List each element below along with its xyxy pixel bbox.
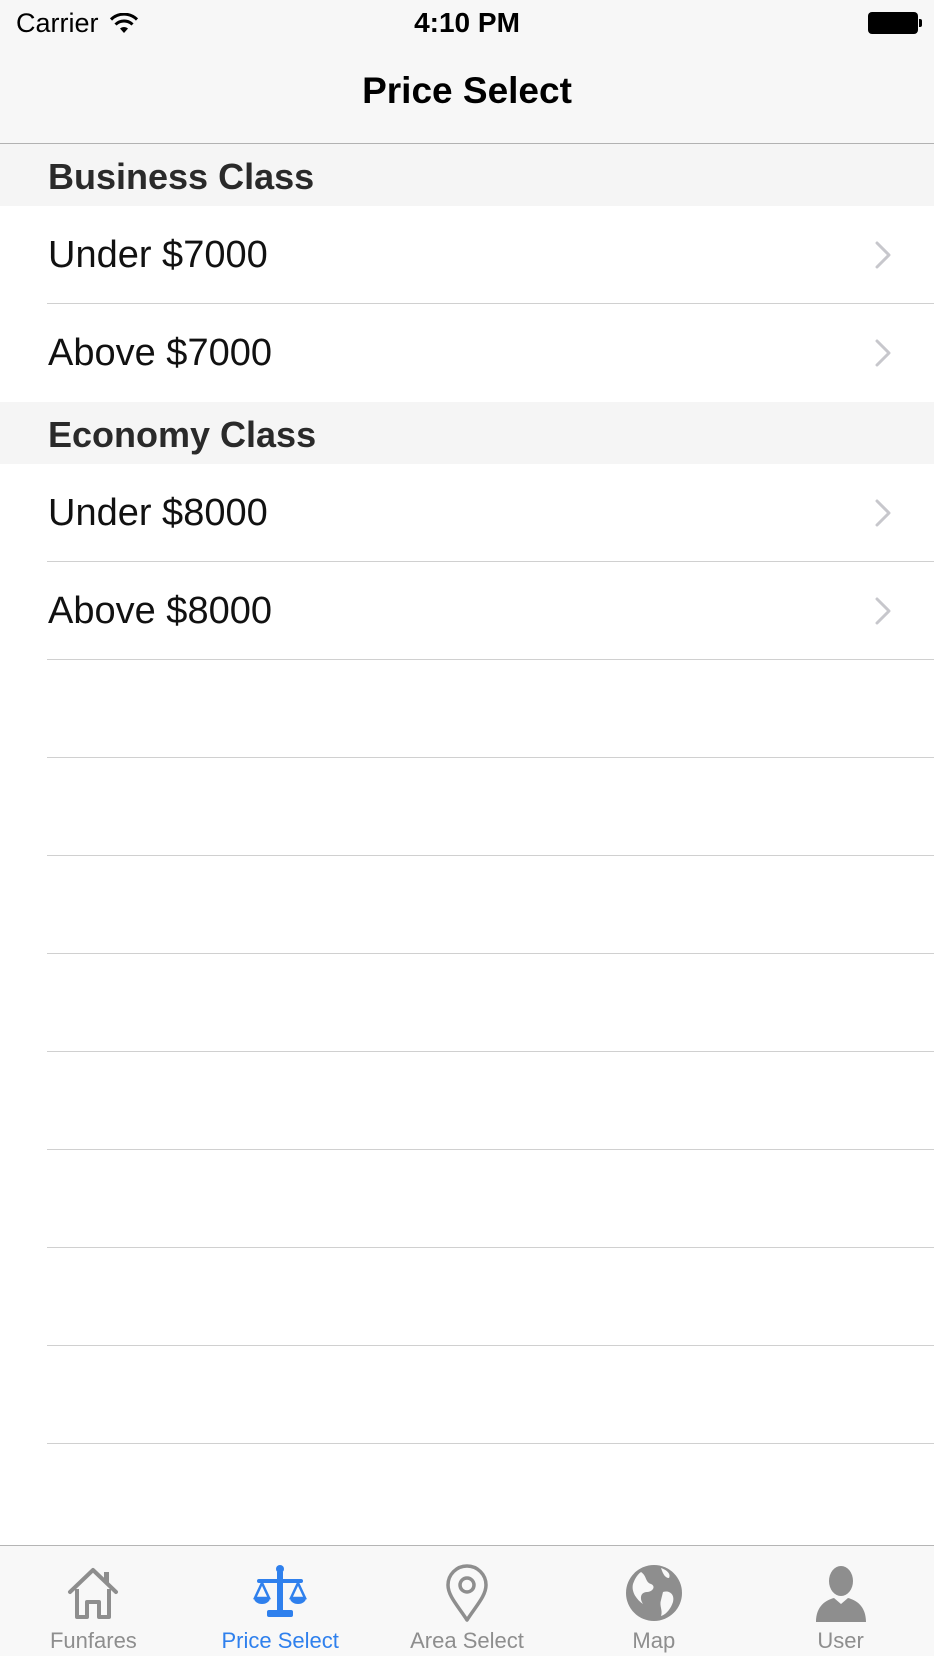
price-table: Business Class Under $7000 Above $7000 E… (0, 144, 934, 1444)
tab-area-select[interactable]: Area Select (374, 1546, 561, 1656)
tab-label: User (817, 1628, 864, 1653)
table-row[interactable]: Above $7000 (0, 304, 934, 402)
section-header-label: Economy Class (48, 414, 317, 455)
chevron-right-icon (875, 339, 891, 367)
battery-icon (868, 12, 922, 34)
tab-price-select[interactable]: Price Select (187, 1546, 374, 1656)
chevron-right-icon (875, 597, 891, 625)
row-label: Under $8000 (48, 492, 268, 534)
row-label: Under $7000 (48, 234, 268, 276)
page-title: Price Select (362, 70, 572, 111)
tab-label: Funfares (49, 1628, 137, 1653)
screen: Carrier 4:10 PM Price Select Business Cl… (0, 0, 934, 1656)
tab-label: Price Select (221, 1628, 339, 1653)
row-label: Above $7000 (48, 332, 272, 374)
empty-row (0, 1150, 934, 1248)
tab-label: Map (632, 1628, 676, 1653)
section-header-business: Business Class (0, 144, 934, 206)
empty-rows (0, 660, 934, 1444)
table-row[interactable]: Above $8000 (0, 562, 934, 660)
globe-icon (625, 1565, 682, 1621)
tab-label: Area Select (410, 1628, 524, 1653)
empty-row (0, 660, 934, 758)
empty-row (0, 1346, 934, 1444)
empty-row (0, 1052, 934, 1150)
empty-row (0, 856, 934, 954)
navigation-bar: Carrier 4:10 PM Price Select (0, 0, 934, 144)
location-pin-icon (446, 1564, 488, 1622)
empty-row (0, 1248, 934, 1346)
scales-icon (253, 1565, 308, 1617)
section-header-economy: Economy Class (0, 402, 934, 464)
tab-funfares[interactable]: Funfares (0, 1546, 187, 1656)
tab-bar: Funfares Price Select Area Select Map Us… (0, 1545, 934, 1656)
row-label: Above $8000 (48, 590, 272, 632)
empty-row (0, 954, 934, 1052)
table-row[interactable]: Under $7000 (0, 206, 934, 304)
chevron-right-icon (875, 241, 891, 269)
user-icon (815, 1566, 866, 1622)
status-time: 4:10 PM (414, 7, 520, 38)
chevron-right-icon (875, 499, 891, 527)
section-header-label: Business Class (48, 156, 315, 197)
tab-user[interactable]: User (747, 1546, 934, 1656)
table-row[interactable]: Under $8000 (0, 464, 934, 562)
empty-row (0, 758, 934, 856)
tab-map[interactable]: Map (560, 1546, 747, 1656)
home-icon (68, 1568, 119, 1619)
